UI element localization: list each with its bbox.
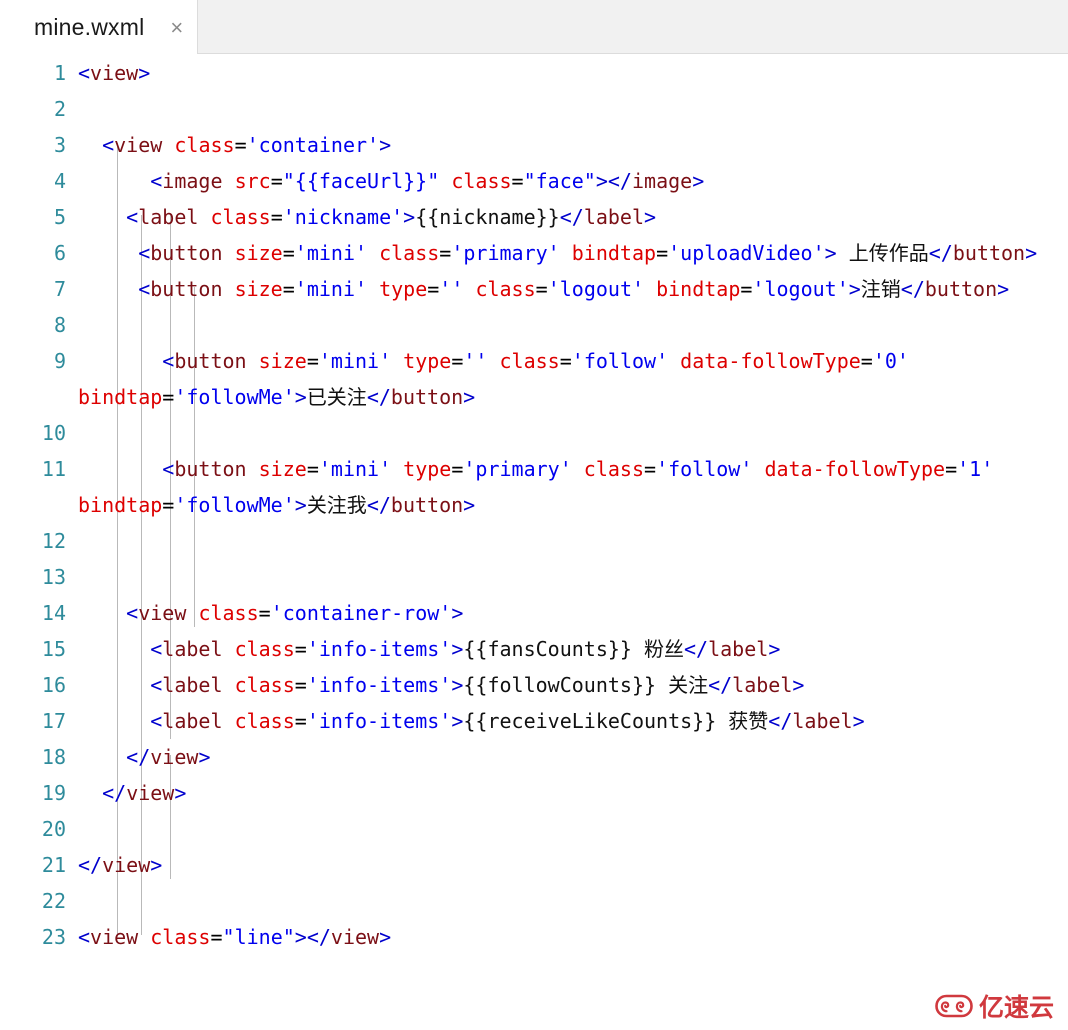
line-number: 22	[41, 889, 66, 913]
line-number: 10	[41, 421, 66, 445]
code-line[interactable]: 16 <label class='info-items'>{{followCou…	[0, 667, 1068, 703]
code-line[interactable]: 23 <view class="line"></view>	[0, 919, 1068, 955]
line-number: 9	[53, 349, 66, 373]
code-line[interactable]: 21 </view>	[0, 847, 1068, 883]
code-text[interactable]: <image src="{{faceUrl}}" class="face"></…	[78, 163, 1068, 199]
tab-label: mine.wxml	[34, 14, 145, 40]
code-line[interactable]: 22	[0, 883, 1068, 919]
line-number: 5	[53, 205, 66, 229]
code-line[interactable]: 15 <label class='info-items'>{{fansCount…	[0, 631, 1068, 667]
cloud-logo-icon	[935, 994, 973, 1018]
code-line[interactable]: 1 <view>	[0, 55, 1068, 91]
watermark: 亿速云	[935, 988, 1054, 1024]
code-line[interactable]: 14 <view class='container-row'>	[0, 595, 1068, 631]
code-line[interactable]: 9 <button size='mini' type='' class='fol…	[0, 343, 1068, 415]
code-line[interactable]: 12	[0, 523, 1068, 559]
code-text[interactable]: <view class='container-row'>	[78, 595, 1068, 631]
code-text[interactable]: </view>	[78, 739, 1068, 775]
line-number: 13	[41, 565, 66, 589]
line-number: 16	[41, 673, 66, 697]
line-number: 6	[53, 241, 66, 265]
code-text[interactable]: </view>	[78, 847, 1068, 883]
code-line[interactable]: 11 <button size='mini' type='primary' cl…	[0, 451, 1068, 523]
line-number: 7	[53, 277, 66, 301]
code-text[interactable]: <view class="line"></view>	[78, 919, 1068, 955]
code-line[interactable]: 13	[0, 559, 1068, 595]
tab-bar-empty-area	[197, 0, 1068, 54]
line-number: 19	[41, 781, 66, 805]
code-line[interactable]: 19 </view>	[0, 775, 1068, 811]
line-number: 11	[41, 457, 66, 481]
watermark-text: 亿速云	[978, 993, 1054, 1022]
code-text[interactable]: <button size='mini' type='primary' class…	[78, 451, 1068, 523]
code-text[interactable]: <label class='info-items'>{{receiveLikeC…	[78, 703, 1068, 739]
code-line[interactable]: 20	[0, 811, 1068, 847]
line-number: 1	[53, 61, 66, 85]
line-number: 14	[41, 601, 66, 625]
editor-tab-bar: mine.wxml ×	[0, 0, 1068, 55]
line-number: 12	[41, 529, 66, 553]
code-line[interactable]: 2	[0, 91, 1068, 127]
code-line[interactable]: 3 <view class='container'>	[0, 127, 1068, 163]
line-number: 21	[41, 853, 66, 877]
tab-mine-wxml[interactable]: mine.wxml ×	[0, 0, 198, 55]
close-icon[interactable]: ×	[170, 16, 183, 39]
code-line[interactable]: 17 <label class='info-items'>{{receiveLi…	[0, 703, 1068, 739]
code-text[interactable]: <button size='mini' class='primary' bind…	[78, 235, 1068, 271]
code-line[interactable]: 4 <image src="{{faceUrl}}" class="face">…	[0, 163, 1068, 199]
code-text[interactable]: <view>	[78, 55, 1068, 91]
line-number: 18	[41, 745, 66, 769]
code-line[interactable]: 18 </view>	[0, 739, 1068, 775]
code-text[interactable]: <button size='mini' type='' class='logou…	[78, 271, 1068, 307]
line-number: 17	[41, 709, 66, 733]
code-text[interactable]: <view class='container'>	[78, 127, 1068, 163]
code-line[interactable]: 8	[0, 307, 1068, 343]
code-line-list: 1 <view> 2 3 <view class='container'> 4 <ima…	[0, 55, 1068, 955]
code-line[interactable]: 7 <button size='mini' type='' class='log…	[0, 271, 1068, 307]
code-text[interactable]: <button size='mini' type='' class='follo…	[78, 343, 1068, 415]
line-number: 23	[41, 925, 66, 949]
code-line[interactable]: 10	[0, 415, 1068, 451]
line-number: 3	[53, 133, 66, 157]
code-text[interactable]: <label class='nickname'>{{nickname}}</la…	[78, 199, 1068, 235]
code-editor[interactable]: 1 <view> 2 3 <view class='container'> 4 <ima…	[0, 55, 1068, 1030]
code-text[interactable]: <label class='info-items'>{{fansCounts}}…	[78, 631, 1068, 667]
code-line[interactable]: 6 <button size='mini' class='primary' bi…	[0, 235, 1068, 271]
code-text[interactable]: <label class='info-items'>{{followCounts…	[78, 667, 1068, 703]
line-number: 15	[41, 637, 66, 661]
code-text[interactable]: </view>	[78, 775, 1068, 811]
code-line[interactable]: 5 <label class='nickname'>{{nickname}}</…	[0, 199, 1068, 235]
line-number: 8	[53, 313, 66, 337]
line-number: 2	[53, 97, 66, 121]
line-number: 20	[41, 817, 66, 841]
line-number: 4	[53, 169, 66, 193]
